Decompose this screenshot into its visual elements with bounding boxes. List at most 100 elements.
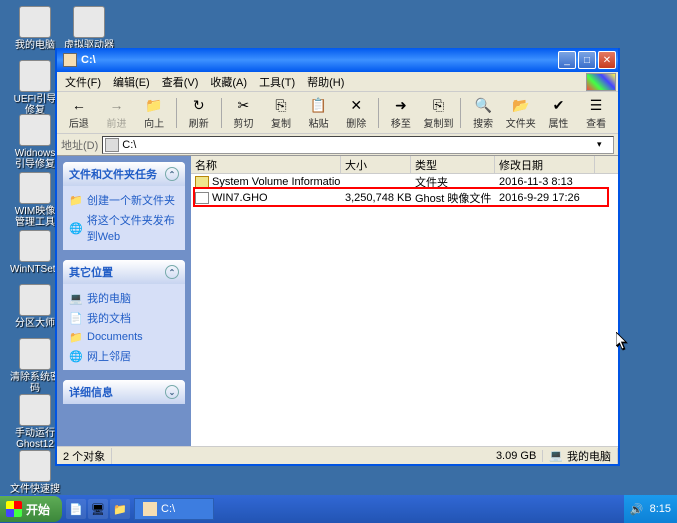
- clock: 8:15: [650, 503, 671, 515]
- toolbar-向上-button[interactable]: 📁向上: [136, 94, 172, 132]
- column-date[interactable]: 修改日期: [495, 156, 595, 173]
- titlebar[interactable]: C:\ _ □ ✕: [57, 48, 618, 72]
- menu-item[interactable]: 帮助(H): [301, 72, 350, 92]
- toolbar-复制-button[interactable]: ⎘复制: [263, 94, 299, 132]
- toolbar-剪切-button[interactable]: ✂剪切: [226, 94, 262, 132]
- file-row[interactable]: System Volume Information文件夹2016-11-3 8:…: [191, 174, 618, 190]
- 属性-icon: ✔: [548, 95, 568, 115]
- tray-icon[interactable]: 🔊: [630, 502, 644, 516]
- app-icon: [19, 60, 51, 92]
- task-link[interactable]: 📁创建一个新文件夹: [69, 190, 179, 210]
- system-tray[interactable]: 🔊 8:15: [624, 495, 677, 523]
- desktop-icon[interactable]: 虚拟驱动器: [64, 6, 114, 51]
- task-link[interactable]: 💻我的电脑: [69, 288, 179, 308]
- separator: [176, 98, 177, 128]
- 粘贴-icon: 📋: [309, 95, 329, 115]
- separator: [221, 98, 222, 128]
- toolbar-属性-button[interactable]: ✔属性: [541, 94, 577, 132]
- menu-item[interactable]: 查看(V): [156, 72, 205, 92]
- quick-launch-item[interactable]: 🖥: [88, 499, 108, 519]
- toolbar-搜索-button[interactable]: 🔍搜索: [465, 94, 501, 132]
- menu-item[interactable]: 工具(T): [253, 72, 301, 92]
- toolbar-查看-button[interactable]: ☰查看: [578, 94, 614, 132]
- toolbar-刷新-button[interactable]: ↻刷新: [181, 94, 217, 132]
- app-icon: [19, 6, 51, 38]
- folder-icon: [63, 53, 77, 67]
- separator: [460, 98, 461, 128]
- menu-item[interactable]: 文件(F): [59, 72, 107, 92]
- status-count: 2 个对象: [57, 448, 112, 464]
- 向上-icon: 📁: [144, 95, 164, 115]
- quick-launch-item[interactable]: 📄: [66, 499, 86, 519]
- details-header[interactable]: 详细信息 ⌄: [63, 380, 185, 404]
- status-location: 我的电脑: [567, 448, 611, 464]
- 搜索-icon: 🔍: [473, 95, 493, 115]
- toolbar-文件夹-button[interactable]: 📂文件夹: [503, 94, 539, 132]
- maximize-button[interactable]: □: [578, 51, 596, 69]
- app-icon: [19, 338, 51, 370]
- window-title: C:\: [81, 54, 558, 66]
- start-button[interactable]: 开始: [0, 496, 62, 522]
- file-row[interactable]: WIN7.GHO3,250,748 KBGhost 映像文件2016-9-29 …: [191, 190, 618, 206]
- desktop-icon[interactable]: UEFI引导修复: [10, 60, 60, 116]
- chevron-up-icon: ⌃: [165, 167, 179, 181]
- task-link[interactable]: 📄我的文档: [69, 308, 179, 328]
- address-value: C:\: [122, 139, 594, 151]
- folder-icon: [195, 176, 209, 188]
- toolbar-复制到-button[interactable]: ⎘复制到: [421, 94, 457, 132]
- app-icon: [19, 172, 51, 204]
- app-icon: [19, 230, 51, 262]
- file-tasks-panel: 文件和文件夹任务 ⌃ 📁创建一个新文件夹🌐将这个文件夹发布到Web: [63, 162, 185, 250]
- desktop-icon[interactable]: Widnows引导修复: [10, 114, 60, 170]
- 复制-icon: ⎘: [271, 95, 291, 115]
- chevron-down-icon: ⌄: [165, 385, 179, 399]
- app-icon: [19, 284, 51, 316]
- desktop-icon[interactable]: WIM映像管理工具: [10, 172, 60, 228]
- app-icon: [73, 6, 105, 38]
- toolbar-删除-button[interactable]: ✕删除: [338, 94, 374, 132]
- task-link[interactable]: 📁Documents: [69, 328, 179, 346]
- menu-item[interactable]: 编辑(E): [107, 72, 156, 92]
- quick-launch-item[interactable]: 📁: [110, 499, 130, 519]
- address-label: 地址(D): [61, 137, 98, 153]
- chevron-up-icon: ⌃: [165, 265, 179, 279]
- app-icon: [19, 114, 51, 146]
- address-field[interactable]: C:\ ▾: [102, 136, 614, 154]
- link-icon: 📄: [69, 311, 83, 325]
- 刷新-icon: ↻: [189, 95, 209, 115]
- link-icon: 📁: [69, 193, 83, 207]
- column-type[interactable]: 类型: [411, 156, 495, 173]
- taskbar: 开始 📄 🖥 📁 C:\ 🔊 8:15: [0, 495, 677, 523]
- windows-logo-icon: [6, 501, 22, 517]
- app-icon: [19, 394, 51, 426]
- toolbar-粘贴-button[interactable]: 📋粘贴: [301, 94, 337, 132]
- task-link[interactable]: 🌐将这个文件夹发布到Web: [69, 210, 179, 246]
- close-button[interactable]: ✕: [598, 51, 616, 69]
- desktop-icon[interactable]: 我的电脑: [10, 6, 60, 51]
- 复制到-icon: ⎘: [429, 95, 449, 115]
- toolbar-后退-button[interactable]: ←后退: [61, 94, 97, 132]
- windows-logo-icon: [586, 73, 616, 91]
- taskbar-window-button[interactable]: C:\: [134, 498, 214, 520]
- 查看-icon: ☰: [586, 95, 606, 115]
- toolbar-移至-button[interactable]: ➜移至: [383, 94, 419, 132]
- toolbar-前进-button: →前进: [99, 94, 135, 132]
- folder-icon: [143, 502, 157, 516]
- address-dropdown-icon[interactable]: ▾: [597, 139, 611, 150]
- desktop-icon[interactable]: 手动运行Ghost12: [10, 394, 60, 450]
- 剪切-icon: ✂: [233, 95, 253, 115]
- minimize-button[interactable]: _: [558, 51, 576, 69]
- status-size: 3.09 GB: [490, 450, 543, 462]
- drive-icon: [105, 138, 119, 152]
- desktop-icon[interactable]: 清除系统密码: [10, 338, 60, 394]
- link-icon: 📁: [69, 330, 83, 344]
- task-link[interactable]: 🌐网上邻居: [69, 346, 179, 366]
- file-tasks-header[interactable]: 文件和文件夹任务 ⌃: [63, 162, 185, 186]
- details-panel: 详细信息 ⌄: [63, 380, 185, 404]
- column-size[interactable]: 大小: [341, 156, 411, 173]
- menu-item[interactable]: 收藏(A): [204, 72, 253, 92]
- desktop-icon[interactable]: 分区大师: [10, 284, 60, 329]
- other-places-header[interactable]: 其它位置 ⌃: [63, 260, 185, 284]
- desktop-icon[interactable]: WinNTSetup: [10, 230, 60, 275]
- column-name[interactable]: 名称: [191, 156, 341, 173]
